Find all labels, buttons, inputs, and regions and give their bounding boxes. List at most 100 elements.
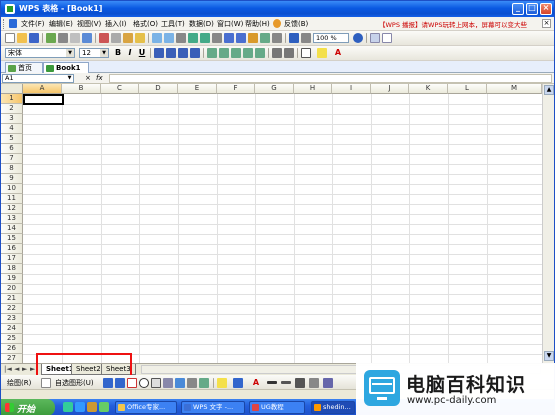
line-color-icon[interactable] (233, 378, 243, 388)
line-icon[interactable] (103, 378, 113, 388)
spell-check-icon[interactable] (82, 33, 92, 43)
borders-icon[interactable] (301, 48, 311, 58)
row-header[interactable]: 19 (1, 274, 23, 284)
menu-edit[interactable]: 编辑(E) (49, 19, 73, 29)
save-icon[interactable] (29, 33, 39, 43)
row-header[interactable]: 18 (1, 264, 23, 274)
maximize-button[interactable]: □ (526, 3, 538, 15)
row-header[interactable]: 27 (1, 354, 23, 363)
draw-menu[interactable]: 绘图(R) (7, 378, 31, 388)
doc-menu-icon[interactable] (9, 19, 17, 28)
menu-close-icon[interactable]: × (542, 19, 551, 28)
row-header[interactable]: 16 (1, 244, 23, 254)
quick-launch-icon[interactable] (99, 402, 109, 412)
quick-launch-icon[interactable] (87, 402, 97, 412)
zoom-select[interactable]: 100 % (313, 33, 349, 43)
row-header[interactable]: 3 (1, 114, 23, 124)
undo-icon[interactable] (152, 33, 162, 43)
row-header[interactable]: 15 (1, 234, 23, 244)
row-header[interactable]: 12 (1, 204, 23, 214)
active-cell-a1[interactable] (23, 94, 64, 105)
row-header[interactable]: 26 (1, 344, 23, 354)
minimize-button[interactable]: _ (512, 3, 524, 15)
shadow-style-icon[interactable] (309, 378, 319, 388)
taskbar-item[interactable]: WPS 文字 -... (181, 401, 245, 414)
row-header[interactable]: 4 (1, 124, 23, 134)
menu-window[interactable]: 窗口(W) (217, 19, 243, 29)
zoom-icon[interactable] (301, 33, 311, 43)
increase-decimal-icon[interactable] (243, 48, 253, 58)
menu-file[interactable]: 文件(F) (21, 19, 45, 29)
textbox-icon[interactable] (151, 378, 161, 388)
redo-icon[interactable] (164, 33, 174, 43)
row-header[interactable]: 13 (1, 214, 23, 224)
currency-icon[interactable] (207, 48, 217, 58)
print-icon[interactable] (58, 33, 68, 43)
column-header[interactable]: J (371, 84, 409, 94)
row-header[interactable]: 23 (1, 314, 23, 324)
wps-broadcast-ad[interactable]: 【WPS 播报】请WPS玩转上网本，屏幕可以变大些 (379, 19, 527, 29)
prev-sheet-icon[interactable]: ◄ (14, 365, 19, 373)
start-button[interactable]: 开始 (1, 399, 55, 415)
select-objects-icon[interactable] (41, 378, 51, 388)
quick-launch-icon[interactable] (63, 402, 73, 412)
cut-icon[interactable] (99, 33, 109, 43)
3d-style-icon[interactable] (323, 378, 333, 388)
row-header[interactable]: 2 (1, 104, 23, 114)
first-sheet-icon[interactable]: |◄ (4, 365, 12, 373)
function-icon[interactable] (212, 33, 222, 43)
align-center-icon[interactable] (166, 48, 176, 58)
underline-button[interactable]: U (137, 48, 147, 58)
menu-tools[interactable]: 工具(T) (161, 19, 185, 29)
percent-icon[interactable] (219, 48, 229, 58)
taskbar-item[interactable]: shedin... (311, 401, 355, 414)
open-icon[interactable] (17, 33, 27, 43)
fill-color-icon[interactable] (217, 378, 227, 388)
align-left-icon[interactable] (154, 48, 164, 58)
toolbar-option-icon[interactable] (370, 33, 380, 43)
row-header[interactable]: 11 (1, 194, 23, 204)
bold-button[interactable]: B (113, 48, 123, 58)
print-preview-icon[interactable] (70, 33, 80, 43)
row-header[interactable]: 10 (1, 184, 23, 194)
wordart-icon[interactable] (175, 378, 185, 388)
decrease-decimal-icon[interactable] (255, 48, 265, 58)
fill-color-icon[interactable] (317, 48, 327, 58)
align-right-icon[interactable] (178, 48, 188, 58)
insert-link-icon[interactable] (176, 33, 186, 43)
font-color-icon[interactable]: A (333, 48, 343, 58)
menu-insert[interactable]: 插入(I) (105, 19, 127, 29)
row-header[interactable]: 7 (1, 154, 23, 164)
quick-launch-icon[interactable] (75, 402, 85, 412)
name-box[interactable]: A1 ▼ (2, 74, 74, 83)
format-painter-icon[interactable] (135, 33, 145, 43)
menu-data[interactable]: 数据(D) (189, 19, 214, 29)
row-header[interactable]: 14 (1, 224, 23, 234)
font-color-icon[interactable]: A (251, 378, 261, 388)
menu-format[interactable]: 格式(O) (133, 19, 158, 29)
row-header[interactable]: 25 (1, 334, 23, 344)
italic-button[interactable]: I (125, 48, 135, 58)
column-header[interactable]: I (332, 84, 371, 94)
vertical-scrollbar[interactable]: ▲ ▼ (542, 84, 554, 363)
column-header[interactable]: K (409, 84, 448, 94)
oval-icon[interactable] (139, 378, 149, 388)
chart-icon[interactable] (248, 33, 258, 43)
decrease-indent-icon[interactable] (272, 48, 282, 58)
comma-style-icon[interactable] (231, 48, 241, 58)
row-header[interactable]: 24 (1, 324, 23, 334)
merge-center-icon[interactable] (190, 48, 200, 58)
rectangle-icon[interactable] (127, 378, 137, 388)
increase-indent-icon[interactable] (284, 48, 294, 58)
table-icon[interactable] (188, 33, 198, 43)
next-sheet-icon[interactable]: ► (22, 365, 27, 373)
column-header[interactable]: H (294, 84, 332, 94)
vertical-textbox-icon[interactable] (163, 378, 173, 388)
paste-icon[interactable] (123, 33, 133, 43)
select-all-corner[interactable] (1, 84, 23, 94)
copy-icon[interactable] (111, 33, 121, 43)
cancel-edit-icon[interactable]: × (85, 74, 91, 82)
freeze-icon[interactable] (272, 33, 282, 43)
arrow-style-icon[interactable] (295, 378, 305, 388)
send-mail-icon[interactable] (46, 33, 56, 43)
